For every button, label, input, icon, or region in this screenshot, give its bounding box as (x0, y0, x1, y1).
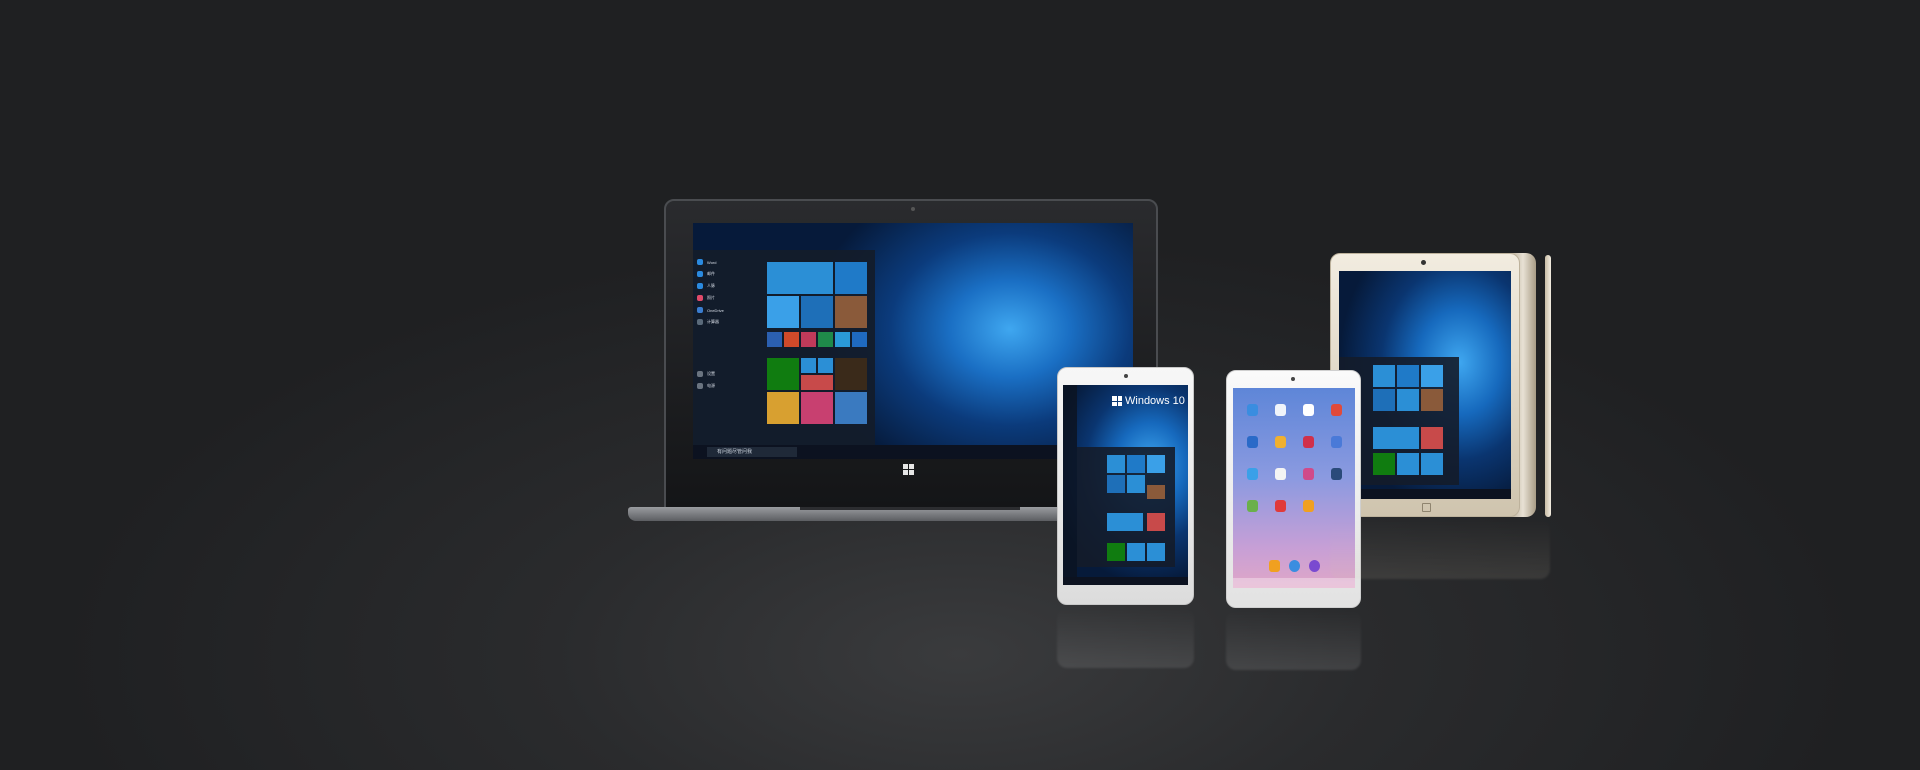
camera-icon (911, 207, 915, 211)
app-icon[interactable] (1303, 468, 1314, 480)
white-tablet-screen: Windows 10 (1063, 385, 1188, 585)
app-icon[interactable] (1303, 436, 1314, 448)
app-icon[interactable] (1275, 500, 1286, 512)
start-item: 照片 (697, 292, 763, 304)
camera-icon (1124, 374, 1128, 378)
start-menu-list: Word 邮件 人脉 照片 OneDrive 计算器 设置 电源 (697, 256, 763, 392)
start-item: 人脉 (697, 280, 763, 292)
app-icon[interactable] (1247, 468, 1258, 480)
start-item: OneDrive (697, 304, 763, 316)
app-icon[interactable] (1247, 500, 1258, 512)
start-item: 计算器 (697, 316, 763, 328)
app-icon[interactable] (1247, 436, 1258, 448)
app-icon[interactable] (1275, 468, 1286, 480)
dock-app-icon[interactable] (1289, 560, 1300, 572)
app-icon[interactable] (1275, 404, 1286, 416)
start-item: Word (697, 256, 763, 268)
start-menu-sidebar (1063, 385, 1077, 585)
gold-tablet-screen (1339, 271, 1511, 499)
camera-icon (1291, 377, 1295, 381)
home-button-icon[interactable] (1422, 503, 1431, 512)
windows-logo-icon (903, 464, 914, 475)
app-icon[interactable] (1303, 500, 1314, 512)
start-menu: Word 邮件 人脉 照片 OneDrive 计算器 设置 电源 (693, 250, 875, 445)
reflection (1057, 608, 1194, 668)
gold-tablet-edge (1545, 254, 1551, 518)
white-windows-tablet: Windows 10 (1057, 367, 1194, 605)
windows-10-label: Windows 10 (1112, 395, 1185, 407)
app-icon[interactable] (1247, 404, 1258, 416)
camera-icon (1421, 260, 1426, 265)
app-icon[interactable] (1331, 404, 1342, 416)
start-item: 电源 (697, 380, 763, 392)
start-menu (1077, 447, 1175, 567)
app-icon[interactable] (1275, 436, 1286, 448)
laptop-hinge (800, 507, 1020, 510)
product-scene: Word 邮件 人脉 照片 OneDrive 计算器 设置 电源 有问题尽管问我… (0, 0, 1920, 770)
taskbar-search-input[interactable]: 有问题尽管问我 (707, 447, 797, 457)
dock-app-icon[interactable] (1269, 560, 1280, 572)
taskbar (1339, 489, 1511, 499)
app-icon[interactable] (1303, 404, 1314, 416)
start-item: 设置 (697, 368, 763, 380)
taskbar (1063, 577, 1188, 585)
windows-logo-icon (1112, 396, 1122, 406)
android-navigation-bar (1233, 578, 1355, 588)
live-tiles (767, 256, 871, 436)
reflection (1330, 519, 1550, 579)
start-item: 邮件 (697, 268, 763, 280)
app-icon[interactable] (1331, 468, 1342, 480)
app-icon[interactable] (1331, 436, 1342, 448)
reflection (1226, 610, 1361, 670)
dock-app-icon[interactable] (1309, 560, 1320, 572)
